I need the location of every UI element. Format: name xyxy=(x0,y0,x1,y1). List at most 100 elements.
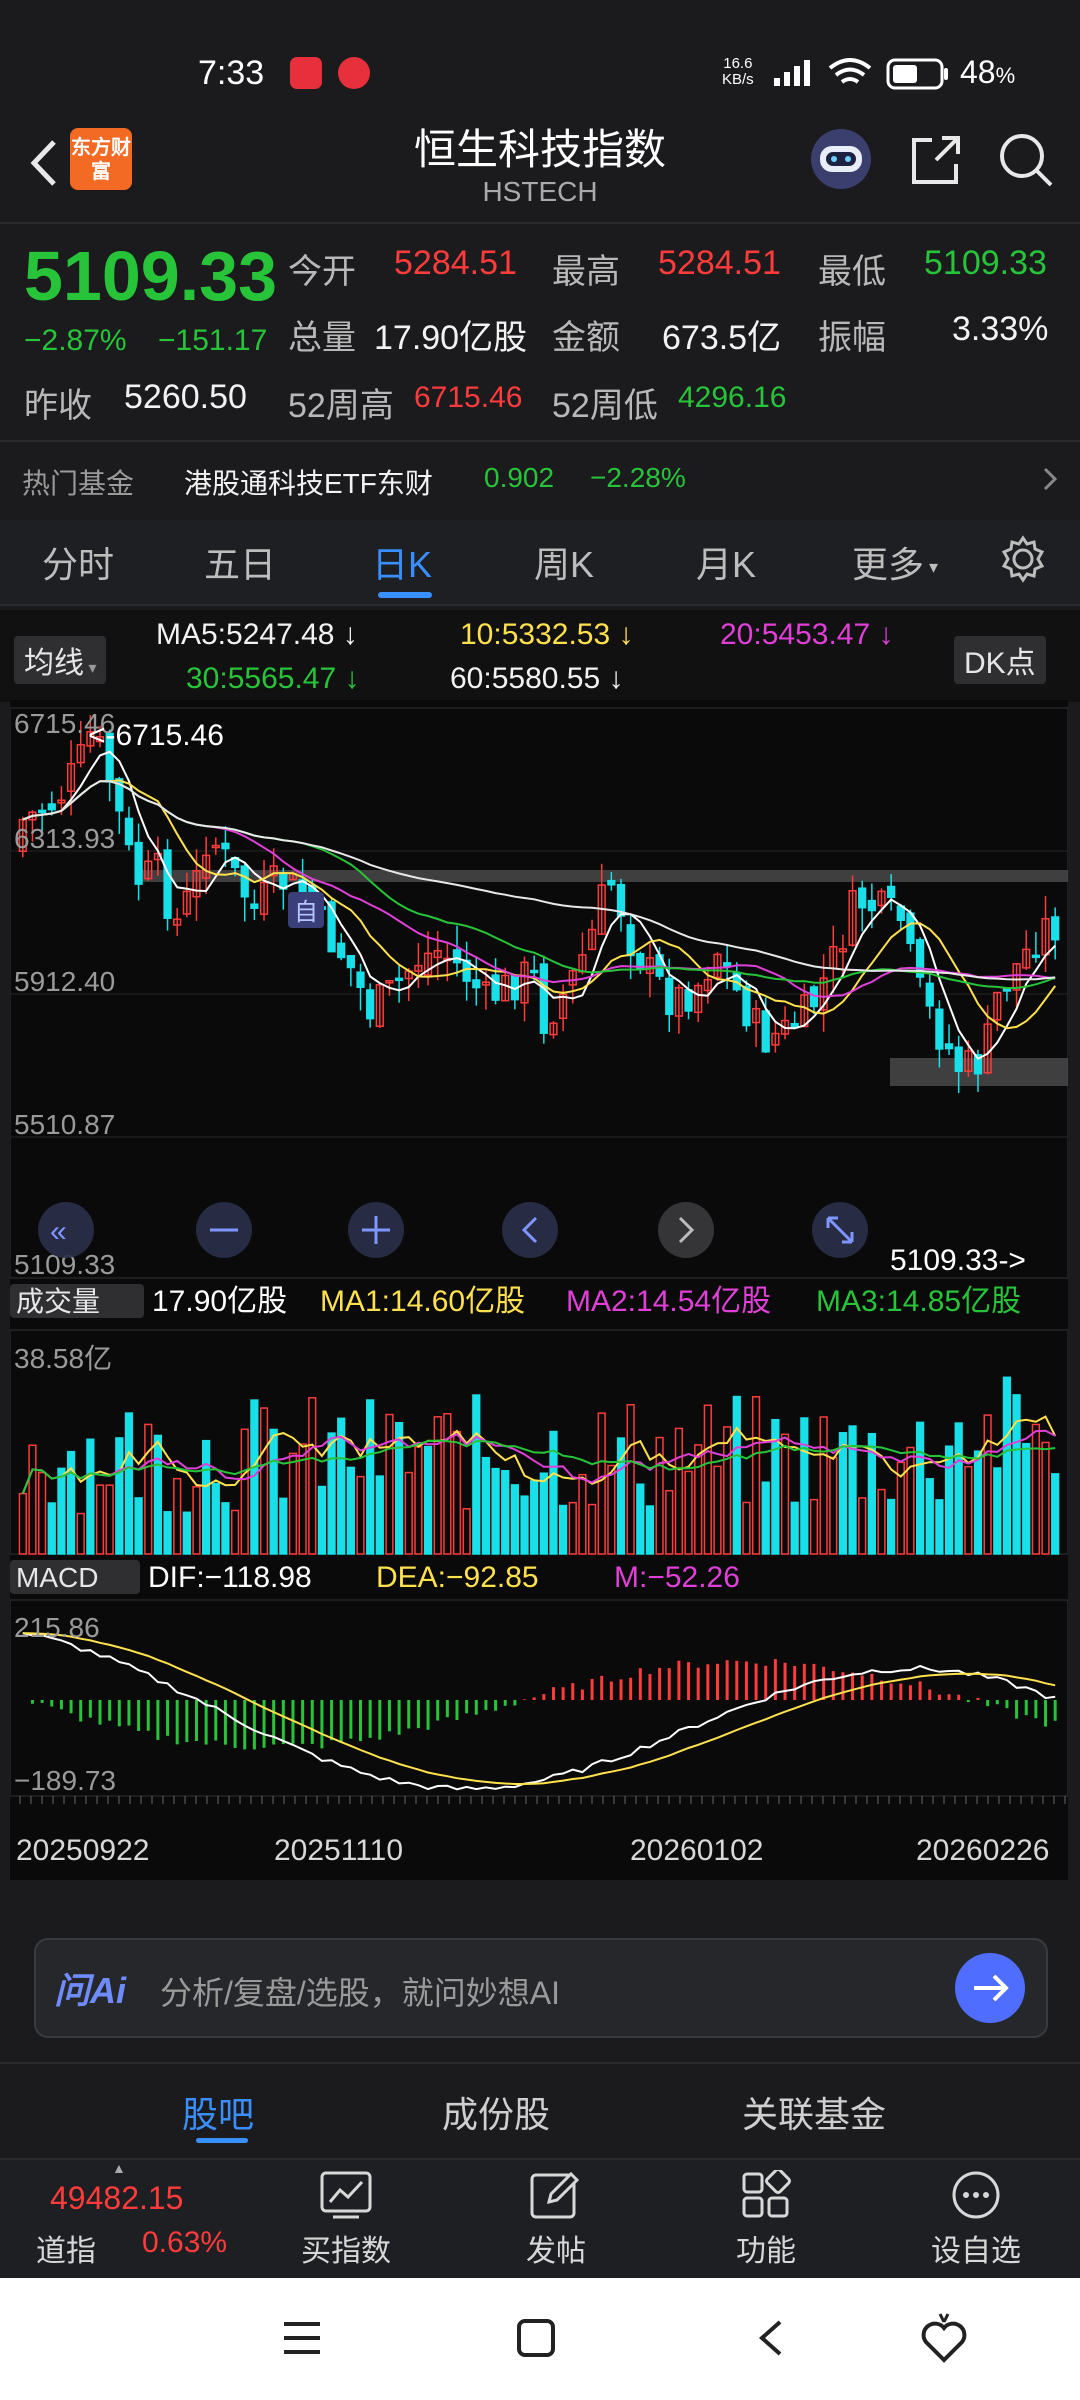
ai-brand: 问Ai xyxy=(54,1970,127,2011)
grid-apps-icon xyxy=(742,2170,791,2218)
macd-dif: DIF:−118.98 xyxy=(148,1561,312,1594)
date-label-1: 20250922 xyxy=(16,1834,149,1867)
volume-bar xyxy=(163,1511,172,1555)
volume-label: 总量 xyxy=(288,319,356,357)
candle-body xyxy=(626,924,635,957)
assistant-heart-icon[interactable] xyxy=(918,2310,970,2366)
tab-forum[interactable]: 股吧 xyxy=(182,2086,254,2138)
volume-bar xyxy=(124,1412,134,1555)
open-value: 5284.51 xyxy=(394,244,517,282)
ai-send-arrow-icon[interactable] xyxy=(954,1952,1026,2024)
volume-bar xyxy=(597,1412,606,1555)
candle-body xyxy=(684,989,693,1012)
tab-monthly-k[interactable]: 月K xyxy=(696,536,756,588)
amount-label: 金额 xyxy=(552,319,620,357)
nav-post[interactable]: 发帖 xyxy=(476,2170,636,2270)
volume-bar xyxy=(935,1499,944,1555)
ma-lines xyxy=(22,750,1057,1060)
volume-bar xyxy=(202,1439,211,1555)
hot-fund-change: −2.28% xyxy=(590,462,686,493)
home-square-icon[interactable] xyxy=(514,2316,558,2360)
bottom-section-tabs: 股吧 成份股 关联基金 xyxy=(0,2062,1080,2160)
tab-five-day[interactable]: 五日 xyxy=(204,536,276,588)
candle-body xyxy=(867,899,876,912)
volume-bar xyxy=(751,1396,761,1555)
volume-bar xyxy=(375,1475,384,1555)
volume-bar xyxy=(858,1497,867,1555)
volume-bar xyxy=(607,1464,616,1555)
nav-functions[interactable]: 功能 xyxy=(686,2170,846,2270)
move-left-button[interactable] xyxy=(502,1202,558,1258)
wifi-icon xyxy=(828,58,872,84)
index-ticker-value[interactable]: 49482.15 xyxy=(50,2180,183,2217)
volume-bar xyxy=(404,1471,413,1555)
tab-weekly-k[interactable]: 周K xyxy=(534,536,594,588)
ma-selector[interactable]: 均线 ▾ xyxy=(14,636,107,684)
volume-bar xyxy=(153,1434,163,1555)
volume-bar xyxy=(829,1456,838,1555)
volume-bar xyxy=(587,1503,597,1555)
zoom-out-button[interactable] xyxy=(196,1202,252,1258)
low-label: 最低 xyxy=(818,253,886,291)
zoom-controls: « xyxy=(38,1202,868,1258)
nav-add-watchlist[interactable]: 设自选 xyxy=(896,2170,1056,2270)
volume-bar xyxy=(28,1444,37,1555)
move-right-button[interactable] xyxy=(658,1202,714,1258)
rewind-button[interactable]: « xyxy=(38,1202,94,1258)
volume-bar xyxy=(530,1480,539,1555)
system-navigation-bar xyxy=(0,2278,1080,2400)
volume-bar xyxy=(1002,1376,1012,1555)
candle-body xyxy=(240,865,249,898)
macd-y-top: 215.86 xyxy=(14,1612,100,1643)
tab-daily-k[interactable]: 日K xyxy=(372,536,432,588)
y-label-3: 5912.40 xyxy=(14,966,115,997)
zoom-in-button[interactable] xyxy=(348,1202,404,1258)
tab-constituents[interactable]: 成份股 xyxy=(442,2086,550,2138)
week52-high-value: 6715.46 xyxy=(414,381,523,414)
index-ticker-change[interactable]: 0.63% xyxy=(142,2226,227,2260)
macd-dea: DEA:−92.85 xyxy=(376,1561,539,1594)
volume-bar xyxy=(877,1488,886,1555)
share-icon[interactable] xyxy=(906,130,966,190)
gear-icon[interactable] xyxy=(998,534,1048,584)
prev-close-label: 昨收 xyxy=(24,387,92,425)
tab-more[interactable]: 更多 ▾ xyxy=(852,536,938,588)
index-ticker-name[interactable]: 道指 xyxy=(36,2226,96,2270)
candle-body xyxy=(163,849,172,919)
trend-chart-icon xyxy=(320,2171,372,2219)
kline-chart-area[interactable]: 6715.46 6313.93 5912.40 5510.87 5109.33 … xyxy=(9,700,1069,1880)
volume-bar xyxy=(481,1456,491,1555)
volume-bar xyxy=(915,1421,925,1555)
hot-fund-name: 港股通科技ETF东财 xyxy=(184,468,433,499)
candle-body xyxy=(452,949,462,964)
volume-bar xyxy=(491,1467,500,1555)
volume-bar xyxy=(925,1478,934,1555)
candle-body xyxy=(491,974,500,1001)
volume-bar xyxy=(366,1399,375,1555)
ai-search-bar[interactable]: 问Ai 分析/复盘/选股，就问妙想AI xyxy=(34,1938,1048,2038)
nav-buy-index[interactable]: 买指数 xyxy=(266,2170,426,2270)
candle-body xyxy=(742,985,751,1027)
tab-intraday[interactable]: 分时 xyxy=(42,536,114,588)
candle-body xyxy=(47,803,56,811)
chart-canvas[interactable]: 6715.46 6313.93 5912.40 5510.87 5109.33 … xyxy=(9,700,1069,1880)
candle-body xyxy=(761,1010,770,1053)
hot-fund-row[interactable]: 热门基金 港股通科技ETF东财 0.902 −2.28% xyxy=(0,440,1080,522)
tab-related-funds[interactable]: 关联基金 xyxy=(742,2086,886,2138)
back-triangle-icon[interactable] xyxy=(752,2316,788,2360)
menu-lines-icon[interactable] xyxy=(280,2318,324,2358)
low-value: 5109.33 xyxy=(924,244,1047,282)
ai-input-placeholder[interactable]: 分析/复盘/选股，就问妙想AI xyxy=(160,1968,560,2014)
volume-bar xyxy=(684,1470,693,1555)
change-percent: −2.87% xyxy=(24,324,127,357)
candle-body xyxy=(790,1023,799,1028)
edit-post-icon xyxy=(530,2171,580,2219)
robot-assistant-icon[interactable] xyxy=(806,124,876,194)
last-price: 5109.33 xyxy=(24,237,278,315)
fullscreen-button[interactable] xyxy=(812,1202,868,1258)
candle-body xyxy=(134,841,143,885)
dk-point-button[interactable]: DK点 xyxy=(954,636,1046,684)
volume-bar xyxy=(443,1413,452,1555)
search-icon[interactable] xyxy=(996,130,1056,190)
hot-fund-price: 0.902 xyxy=(484,462,555,493)
